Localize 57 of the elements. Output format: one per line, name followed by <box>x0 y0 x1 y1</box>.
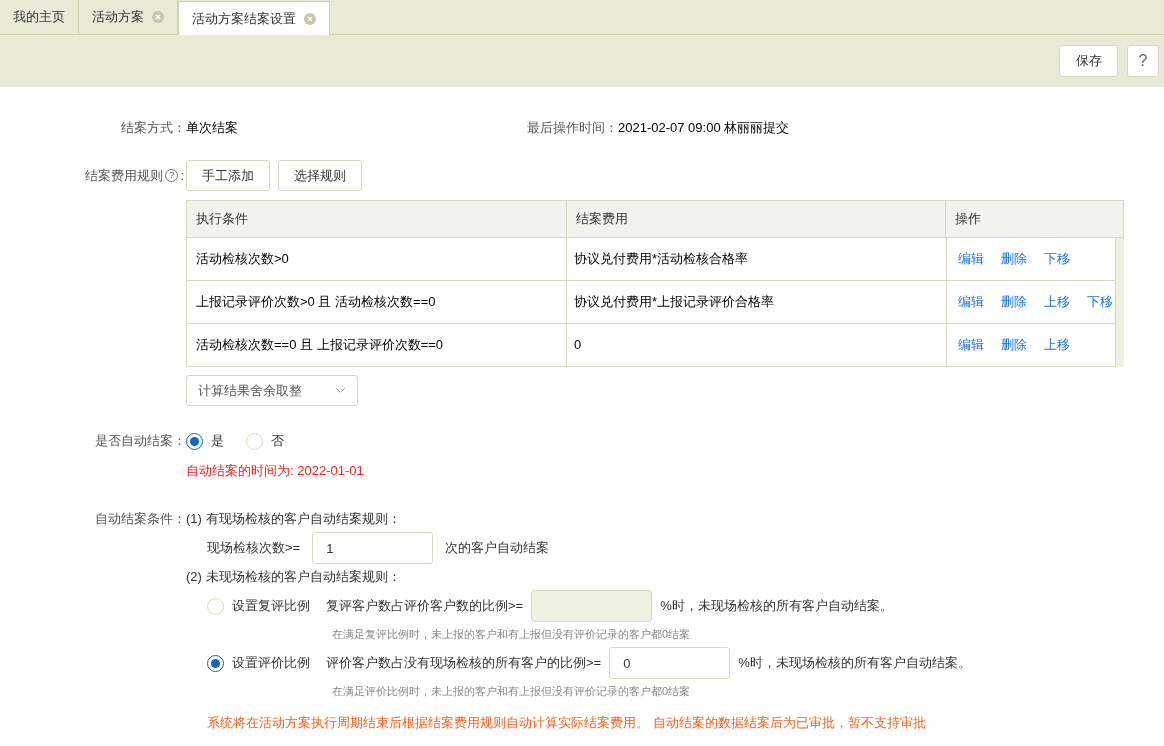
table-cell: 协议兑付费用*活动检核合格率 <box>567 238 947 281</box>
table-cell: 活动检核次数==0 且 上报记录评价次数==0 <box>187 324 567 367</box>
radio-button[interactable] <box>186 432 203 450</box>
row-action-link[interactable]: 删除 <box>1001 293 1027 311</box>
column-header: 执行条件 <box>187 201 567 238</box>
column-header: 操作 <box>946 201 1124 238</box>
table-cell: 活动检核次数>0 <box>187 238 567 281</box>
action-button[interactable]: 手工添加 <box>186 160 270 191</box>
radio-label: 设置复评比例 <box>232 597 310 615</box>
close-icon[interactable] <box>152 11 164 23</box>
field-value: 2021-02-07 09:00 林丽丽提交 <box>618 119 790 137</box>
rule-text: 现场检核次数>= <box>207 539 301 557</box>
radio-label: 设置评价比例 <box>232 654 310 672</box>
row-action-link[interactable]: 删除 <box>1001 250 1027 268</box>
hint-text: 在满足评价比例时，未上报的客户和有上报但没有评价记录的客户都0结案 <box>332 684 691 699</box>
count-field[interactable]: 1 <box>312 532 434 564</box>
table-cell: 协议兑付费用*上报记录评价合格率 <box>567 281 947 324</box>
rule-text: 复评客户数占评价客户数的比例>= <box>326 597 524 615</box>
radio-button[interactable] <box>207 654 224 672</box>
row-action-link[interactable]: 下移 <box>1087 293 1113 311</box>
row-action-link[interactable]: 上移 <box>1044 293 1070 311</box>
colon: : <box>180 166 185 185</box>
field-label: 结案费用规则 <box>85 166 164 185</box>
close-icon[interactable] <box>304 12 316 25</box>
row-action-link[interactable]: 编辑 <box>958 336 984 354</box>
rule-heading: (1) 有现场检核的客户自动结案规则： <box>186 510 401 528</box>
row-action-link[interactable]: 下移 <box>1044 250 1070 268</box>
table-cell: 上报记录评价次数>0 且 活动检核次数==0 <box>187 281 567 324</box>
hint-text: 在满足复评比例时，未上报的客户和有上报但没有评价记录的客户都0结案 <box>332 627 691 642</box>
field-label: 结案方式： <box>120 119 186 137</box>
field-label: 最后操作时间： <box>527 119 618 137</box>
radio-label: 否 <box>271 432 284 450</box>
ratio-field[interactable]: 0 <box>609 647 731 679</box>
rule-text: %时，未现场检核的所有客户自动结案。 <box>660 597 893 615</box>
row-action-link[interactable]: 删除 <box>1001 336 1027 354</box>
rule-heading: (2) 未现场检核的客户自动结案规则： <box>186 568 401 586</box>
field-value: 单次结案 <box>186 119 239 137</box>
row-action-link[interactable]: 编辑 <box>958 293 984 311</box>
rule-text: 次的客户自动结案 <box>445 539 550 557</box>
table-cell: 0 <box>567 324 947 367</box>
footer-note: 系统将在活动方案执行周期结束后根据结案费用规则自动计算实际结案费用。 自动结案的数据结案后为已审批，暂不支持审批 <box>207 714 926 732</box>
field-label: 自动结案条件： <box>94 510 186 528</box>
save-button[interactable]: 保存 <box>1059 45 1118 77</box>
chevron-down-icon <box>335 387 346 394</box>
action-button[interactable]: 选择规则 <box>278 160 362 191</box>
field-label: 是否自动结案： <box>94 432 186 450</box>
auto-close-note: 自动结案的时间为: 2022-01-01 <box>186 462 365 480</box>
radio-label: 是 <box>211 432 224 450</box>
tab[interactable]: 活动方案结案设置 <box>178 1 330 35</box>
column-header: 结案费用 <box>566 201 947 238</box>
tab[interactable]: 我的主页 <box>0 0 79 34</box>
rounding-select[interactable]: 计算结果舍余取整 <box>186 375 358 406</box>
rule-text: %时，未现场检核的所有客户自动结案。 <box>738 654 971 672</box>
help-button[interactable]: ? <box>1127 45 1159 77</box>
row-action-link[interactable]: 编辑 <box>958 250 984 268</box>
row-action-link[interactable]: 上移 <box>1044 336 1070 354</box>
rule-text: 评价客户数占没有现场检核的所有客户的比例>= <box>326 654 602 672</box>
